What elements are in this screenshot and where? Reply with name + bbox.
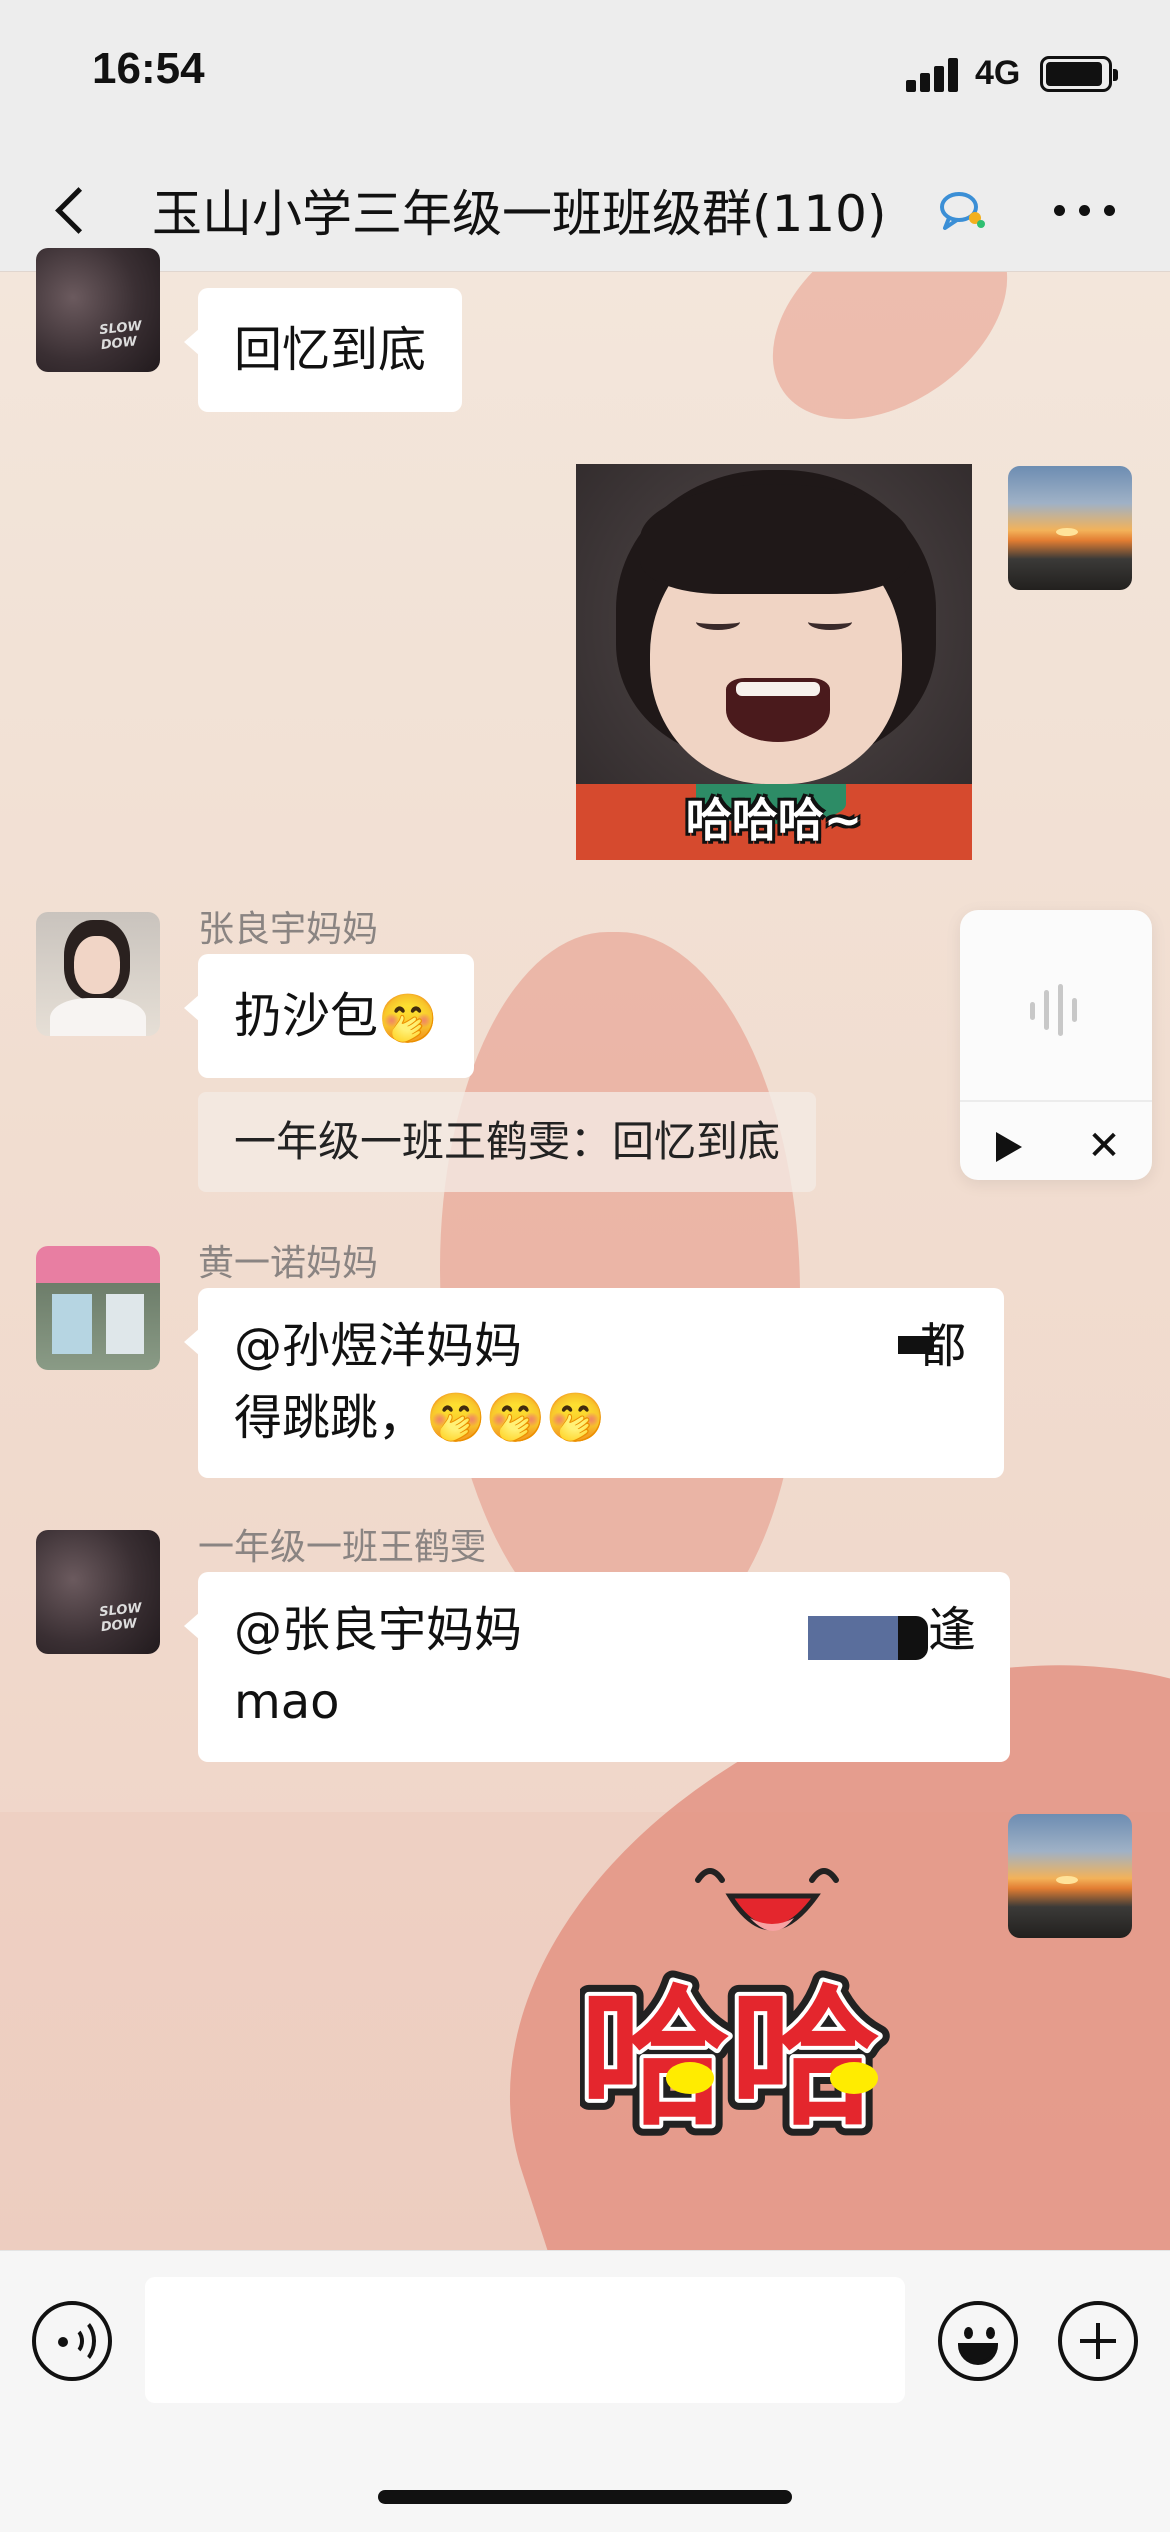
emoji-icon[interactable] xyxy=(938,2301,1018,2381)
sticker-image[interactable]: 哈哈哈~ xyxy=(576,464,972,860)
chat-header: 玉山小学三年级一班班级群(110) xyxy=(0,150,1170,272)
redaction-mark xyxy=(898,1616,928,1660)
cellular-signal-icon xyxy=(906,58,962,92)
network-type: 4G xyxy=(975,54,1021,92)
avatar[interactable] xyxy=(36,1530,160,1654)
sticker-caption: 哈哈哈~ xyxy=(685,793,863,847)
message-text: 得跳跳，🤭🤭🤭 xyxy=(234,1390,606,1446)
sender-name: 一年级一班王鹤雯 xyxy=(198,1527,487,1568)
message-bubble[interactable]: 扔沙包🤭 xyxy=(184,954,474,1078)
home-indicator xyxy=(378,2490,792,2504)
message-bubble[interactable]: @张良宇妈妈 mao 逢 xyxy=(184,1572,1010,1762)
emoji-hand-over-mouth-icon: 🤭 xyxy=(378,991,438,1047)
more-dots-icon[interactable] xyxy=(1050,195,1120,225)
back-icon[interactable] xyxy=(40,180,100,240)
avatar[interactable] xyxy=(1008,1814,1132,1938)
message-text: mao xyxy=(234,1674,340,1730)
quoted-message[interactable]: 一年级一班王鹤雯：回忆到底 xyxy=(198,1092,817,1192)
status-time: 16:54 xyxy=(92,44,205,93)
message-bubble[interactable]: 回忆到底 xyxy=(183,288,463,412)
message-bubble[interactable]: @孙煜洋妈妈 得跳跳，🤭🤭🤭 都 xyxy=(184,1288,1004,1478)
message-text-partial: 逢 xyxy=(928,1602,977,1658)
redaction-mark xyxy=(898,1336,934,1354)
wallpaper-shape xyxy=(734,272,1046,462)
voice-playback-panel: ✕ xyxy=(960,910,1152,1180)
avatar[interactable] xyxy=(36,248,160,372)
voice-icon[interactable] xyxy=(32,2301,112,2381)
avatar[interactable] xyxy=(1008,466,1132,590)
message-text: @孙煜洋妈妈 xyxy=(234,1318,523,1374)
status-bar: 16:54 4G xyxy=(0,0,1170,150)
avatar[interactable] xyxy=(36,912,160,1036)
sender-name: 黄一诺妈妈 xyxy=(198,1243,379,1284)
close-icon[interactable]: ✕ xyxy=(1080,1122,1128,1170)
plus-icon[interactable] xyxy=(1058,2301,1138,2381)
avatar[interactable] xyxy=(36,1246,160,1370)
battery-icon xyxy=(1040,56,1118,92)
chat-title: 玉山小学三年级一班班级群(110) xyxy=(152,185,887,243)
message-input[interactable] xyxy=(145,2277,905,2403)
redaction-mark xyxy=(808,1616,908,1660)
haha-sticker-image[interactable]: 哈哈 哈哈 xyxy=(580,1840,980,2160)
play-icon[interactable] xyxy=(982,1120,1032,1170)
group-chat-icon[interactable] xyxy=(937,188,987,232)
message-text: 回忆到底 xyxy=(234,322,427,378)
message-text: 扔沙包 xyxy=(234,988,379,1044)
sender-name: 张良宇妈妈 xyxy=(198,909,379,950)
voice-wave-icon xyxy=(1024,980,1088,1040)
svg-text:哈哈: 哈哈 xyxy=(580,1972,880,2146)
